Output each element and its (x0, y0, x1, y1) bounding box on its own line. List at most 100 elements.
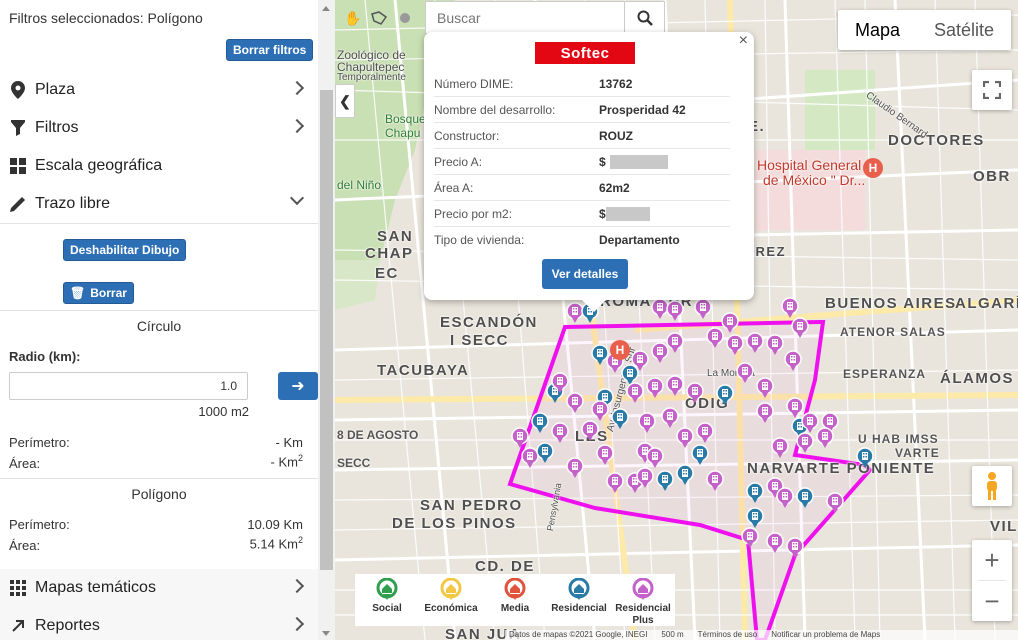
residencial-plus-marker[interactable] (661, 407, 679, 429)
menu-item-escala[interactable]: Escala geográfica (0, 147, 318, 185)
residencial-plus-marker[interactable] (511, 427, 529, 449)
residencial-plus-marker[interactable] (736, 362, 754, 384)
residencial-plus-marker[interactable] (766, 334, 784, 356)
residencial-plus-marker[interactable] (566, 392, 584, 414)
residencial-marker[interactable] (531, 412, 549, 434)
residencial-marker[interactable] (536, 442, 554, 464)
residencial-plus-marker[interactable] (776, 487, 794, 509)
residencial-plus-marker[interactable] (626, 382, 644, 404)
legend-item-residencial[interactable]: Residencial (548, 578, 610, 615)
legend-item-social[interactable]: Social (356, 578, 418, 615)
residencial-plus-marker[interactable] (771, 437, 789, 459)
residencial-plus-marker[interactable] (666, 300, 684, 322)
residencial-plus-marker[interactable] (591, 400, 609, 422)
residencial-plus-marker[interactable] (696, 422, 714, 444)
residencial-marker[interactable] (691, 444, 709, 466)
residencial-plus-marker[interactable] (551, 372, 569, 394)
map-label: EC (375, 265, 399, 282)
residencial-marker[interactable] (856, 447, 874, 469)
zoom-in-button[interactable]: + (972, 540, 1012, 580)
radius-input[interactable] (9, 372, 248, 400)
residencial-plus-marker[interactable] (756, 377, 774, 399)
circle-tool-icon[interactable] (395, 8, 415, 28)
residencial-plus-marker[interactable] (686, 382, 704, 404)
map-type-map-button[interactable]: Mapa (838, 10, 917, 50)
view-details-button[interactable]: Ver detalles (542, 259, 628, 289)
radius-apply-button[interactable]: ➜ (278, 372, 318, 400)
sidebar-scrollbar[interactable] (318, 0, 335, 640)
search-button[interactable] (624, 2, 664, 33)
map-type-satellite-button[interactable]: Satélite (917, 10, 1011, 50)
map-label: ESPERANZA (843, 367, 927, 381)
menu-item-reportes[interactable]: Reportes (0, 607, 318, 640)
residencial-plus-marker[interactable] (766, 532, 784, 554)
residencial-plus-marker[interactable] (746, 332, 764, 354)
residencial-marker[interactable] (746, 482, 764, 504)
residencial-marker[interactable] (796, 487, 814, 509)
clear-filters-button[interactable]: Borrar filtros (226, 39, 314, 61)
polygon-perimeter-value: 10.09 Km (247, 517, 303, 532)
delete-drawing-button[interactable]: 🗑 Borrar (63, 282, 134, 304)
residencial-plus-marker[interactable] (816, 427, 834, 449)
residencial-plus-marker[interactable] (646, 447, 664, 469)
polygon-tool-icon[interactable] (369, 8, 389, 28)
menu-item-trazo-libre[interactable]: Trazo libre (0, 185, 318, 223)
residencial-plus-marker[interactable] (666, 332, 684, 354)
popup-row: Constructor: ROUZ (434, 123, 730, 149)
residencial-plus-marker[interactable] (596, 444, 614, 466)
legend-item-residencial-plus[interactable]: Residencial Plus (612, 578, 674, 627)
residencial-plus-marker[interactable] (638, 412, 656, 434)
residencial-plus-marker[interactable] (756, 402, 774, 424)
hospital-icon[interactable]: H (610, 340, 630, 360)
chevron-right-icon (289, 578, 305, 594)
legend-item-media[interactable]: Media (484, 578, 546, 615)
residencial-plus-marker[interactable] (784, 350, 802, 372)
close-icon[interactable]: × (739, 32, 748, 50)
residencial-plus-marker[interactable] (796, 432, 814, 454)
polygon-area-label: Área: (9, 538, 41, 553)
residencial-plus-marker[interactable] (581, 420, 599, 442)
legend-item-economica[interactable]: Económica (420, 578, 482, 615)
menu-item-mapas-tematicos[interactable]: Mapas temáticos (0, 569, 318, 607)
residencial-plus-marker[interactable] (646, 377, 664, 399)
residencial-plus-marker[interactable] (694, 298, 712, 320)
residencial-marker[interactable] (746, 507, 764, 529)
legend-label: Media (500, 603, 530, 614)
menu-item-plaza[interactable]: Plaza (0, 71, 318, 109)
scroll-up-icon[interactable] (322, 6, 330, 11)
collapse-sidebar-button[interactable]: ❮ (335, 84, 355, 118)
residencial-plus-marker[interactable] (631, 350, 649, 372)
residencial-plus-marker[interactable] (566, 457, 584, 479)
residencial-plus-marker[interactable] (606, 472, 624, 494)
street-view-button[interactable] (972, 466, 1012, 506)
scrollbar-thumb[interactable] (320, 90, 333, 570)
residencial-plus-marker[interactable] (706, 470, 724, 492)
residencial-marker[interactable] (656, 470, 674, 492)
disable-drawing-button[interactable]: Deshabilitar Dibujo (63, 239, 187, 261)
fullscreen-button[interactable] (972, 70, 1012, 110)
search-input[interactable] (426, 2, 624, 33)
residencial-plus-marker[interactable] (741, 527, 759, 549)
scroll-down-icon[interactable] (322, 631, 330, 636)
residencial-plus-marker[interactable] (726, 334, 744, 356)
menu-item-filtros[interactable]: Filtros (0, 109, 318, 147)
terms-link[interactable]: Términos de uso (698, 630, 758, 640)
residencial-plus-marker[interactable] (791, 317, 809, 339)
residencial-plus-marker[interactable] (826, 492, 844, 514)
zoom-out-button[interactable]: − (972, 581, 1012, 621)
residencial-plus-marker[interactable] (666, 375, 684, 397)
hospital-icon[interactable]: H (863, 158, 883, 178)
residencial-marker[interactable] (611, 408, 629, 430)
residencial-marker[interactable] (716, 384, 734, 406)
report-problem-link[interactable]: Notificar un problema de Maps (771, 630, 880, 640)
legend: Social Económica Media Residencial Resid… (355, 574, 675, 626)
residencial-plus-marker[interactable] (636, 467, 654, 489)
hand-tool-icon[interactable]: ✋ (343, 8, 363, 28)
residencial-plus-marker[interactable] (551, 422, 569, 444)
residencial-plus-marker[interactable] (786, 537, 804, 559)
residencial-plus-marker[interactable] (706, 327, 724, 349)
residencial-plus-marker[interactable] (781, 297, 799, 319)
residencial-marker[interactable] (676, 464, 694, 486)
map-label: SAN PEDRO (420, 497, 523, 514)
polygon-area-value: 5.14 Km2 (249, 535, 303, 552)
